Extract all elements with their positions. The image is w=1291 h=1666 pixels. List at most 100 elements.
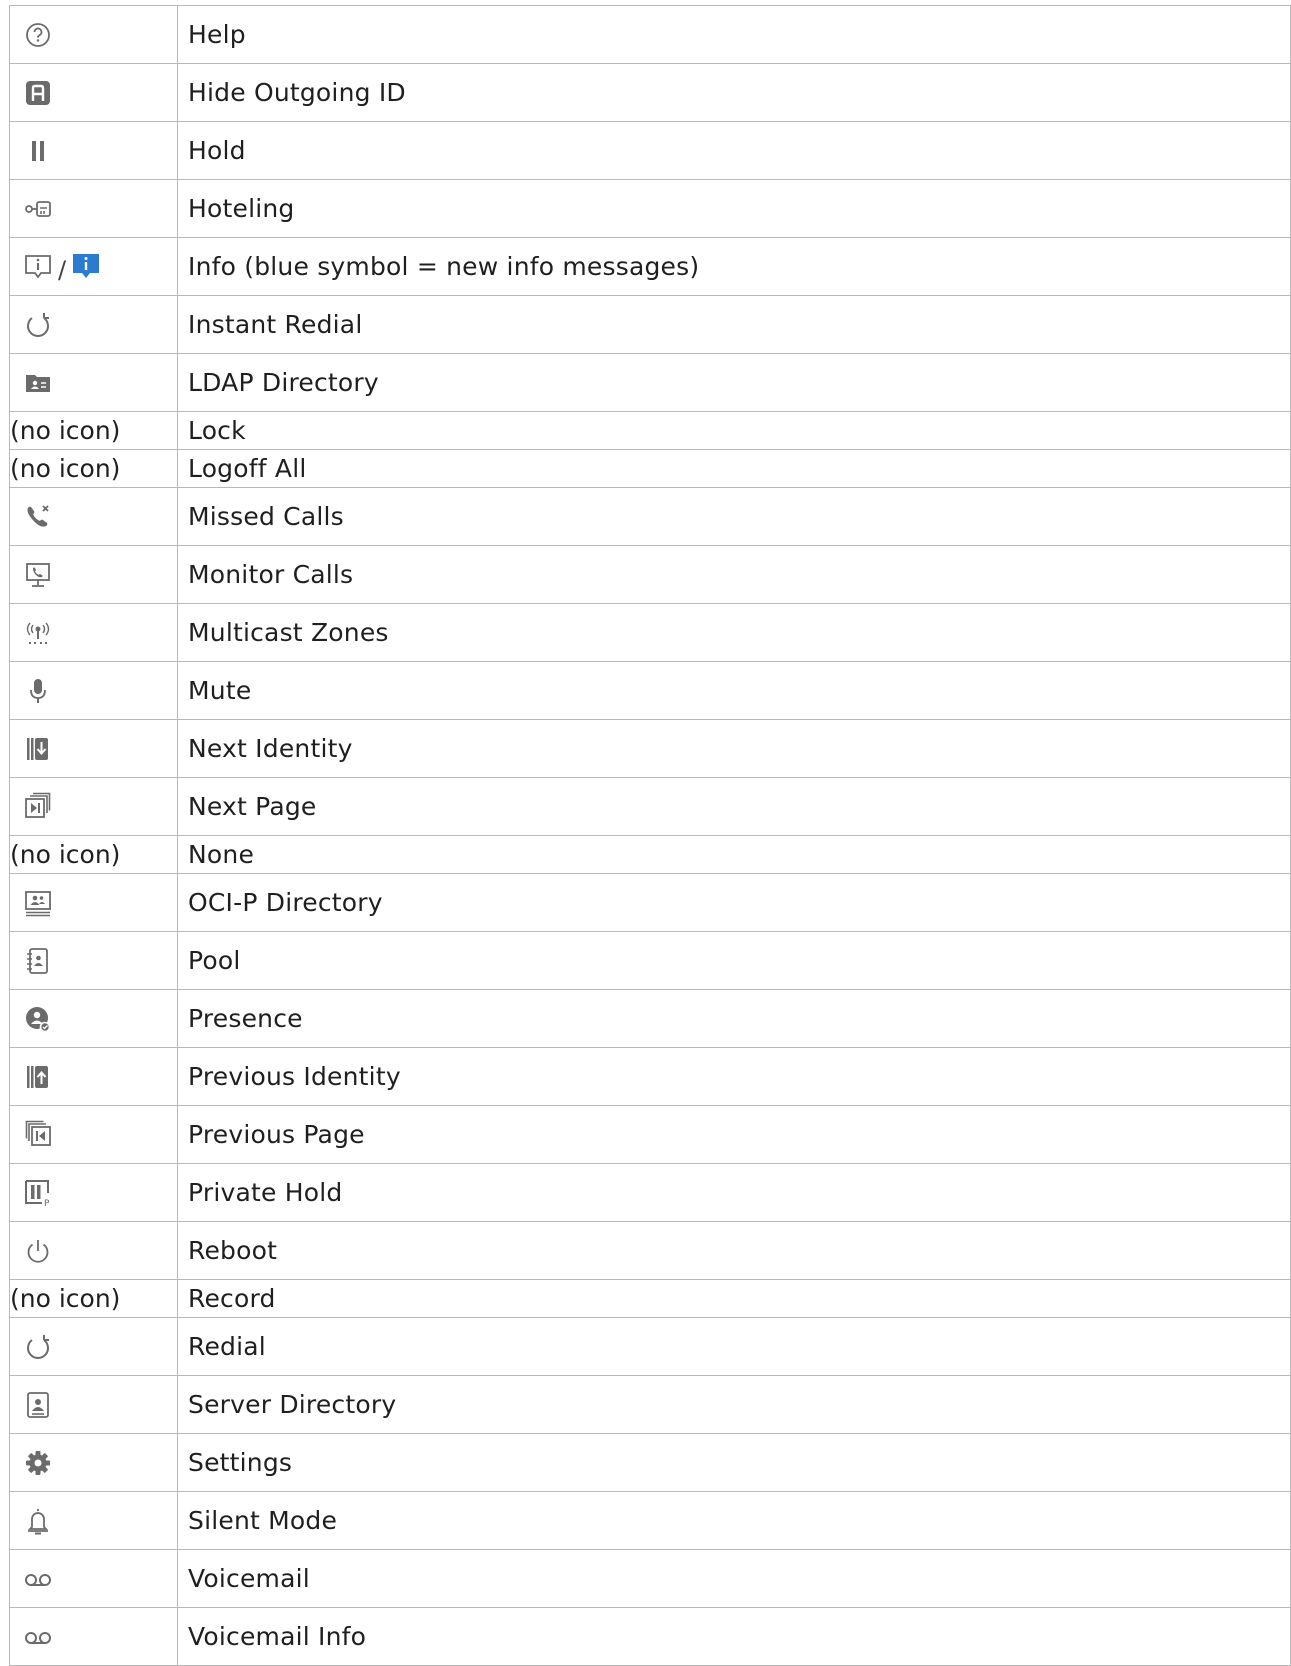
table-row: OCI-P Directory: [9, 873, 1291, 932]
icon-cell: /: [9, 237, 178, 296]
help-icon: [23, 20, 53, 50]
table-row: Hold: [9, 121, 1291, 180]
table-row: Voicemail: [9, 1549, 1291, 1608]
info-icon: [23, 252, 53, 282]
row-label: Voicemail Info: [177, 1607, 1291, 1666]
table-row: Help: [9, 5, 1291, 64]
row-label: Presence: [177, 989, 1291, 1048]
icon-cell: [9, 661, 178, 720]
row-label: Voicemail: [177, 1549, 1291, 1608]
table-row: Next Page: [9, 777, 1291, 836]
table-row: Monitor Calls: [9, 545, 1291, 604]
row-label: Monitor Calls: [177, 545, 1291, 604]
row-label: Hold: [177, 121, 1291, 180]
icon-cell: [9, 1375, 178, 1434]
table-row: (no icon) Record: [9, 1279, 1291, 1318]
table-row: LDAP Directory: [9, 353, 1291, 412]
row-label: LDAP Directory: [177, 353, 1291, 412]
icon-cell: [9, 353, 178, 412]
row-label: Previous Page: [177, 1105, 1291, 1164]
row-label: Lock: [177, 411, 1291, 450]
settings-gear-icon: [23, 1448, 53, 1478]
icon-cell: [9, 777, 178, 836]
server-directory-icon: [23, 1390, 53, 1420]
row-label: Record: [177, 1279, 1291, 1318]
hoteling-key-icon: [23, 194, 53, 224]
row-label: Hide Outgoing ID: [177, 63, 1291, 122]
icon-cell: [9, 179, 178, 238]
icon-cell: [9, 1105, 178, 1164]
row-label: Instant Redial: [177, 295, 1291, 354]
table-row: (no icon) Logoff All: [9, 449, 1291, 488]
svg-text:P: P: [44, 1199, 50, 1208]
redial-icon: [23, 1332, 53, 1362]
reboot-power-icon: [23, 1236, 53, 1266]
table-row: (no icon) Lock: [9, 411, 1291, 450]
oci-p-directory-icon: [23, 888, 53, 918]
softkey-icon-table: Help Hide Outgoing ID Hold Hoteling / In…: [9, 5, 1291, 1666]
table-row: Settings: [9, 1433, 1291, 1492]
icon-cell: [9, 545, 178, 604]
icon-cell: [9, 1491, 178, 1550]
silent-mode-bell-icon: [23, 1506, 53, 1536]
icon-separator: /: [58, 255, 67, 284]
table-row: Missed Calls: [9, 487, 1291, 546]
next-page-icon: [23, 792, 53, 822]
row-label: Info (blue symbol = new info messages): [177, 237, 1291, 296]
no-icon-text: (no icon): [9, 1279, 178, 1318]
ldap-directory-icon: [23, 368, 53, 398]
table-row: Mute: [9, 661, 1291, 720]
icon-cell: [9, 1433, 178, 1492]
table-row: Reboot: [9, 1221, 1291, 1280]
table-row: Pool: [9, 931, 1291, 990]
previous-identity-icon: [23, 1062, 53, 1092]
row-label: Missed Calls: [177, 487, 1291, 546]
table-row: Next Identity: [9, 719, 1291, 778]
row-label: Redial: [177, 1317, 1291, 1376]
icon-cell: [9, 63, 178, 122]
row-label: Pool: [177, 931, 1291, 990]
row-label: OCI-P Directory: [177, 873, 1291, 932]
info-new-blue-icon: [71, 252, 101, 282]
table-row: Previous Identity: [9, 1047, 1291, 1106]
no-icon-text: (no icon): [9, 449, 178, 488]
hold-icon: [23, 136, 53, 166]
previous-page-icon: [23, 1120, 53, 1150]
table-row: / Info (blue symbol = new info messages): [9, 237, 1291, 296]
icon-cell: [9, 989, 178, 1048]
table-row: Previous Page: [9, 1105, 1291, 1164]
monitor-calls-icon: [23, 560, 53, 590]
icon-cell: [9, 121, 178, 180]
row-label: None: [177, 835, 1291, 874]
table-row: Presence: [9, 989, 1291, 1048]
table-row: Server Directory: [9, 1375, 1291, 1434]
icon-cell: [9, 603, 178, 662]
icon-cell: [9, 931, 178, 990]
icon-cell: [9, 1047, 178, 1106]
table-row: Voicemail Info: [9, 1607, 1291, 1666]
row-label: Reboot: [177, 1221, 1291, 1280]
row-label: Hoteling: [177, 179, 1291, 238]
no-icon-text: (no icon): [9, 835, 178, 874]
missed-calls-icon: [23, 502, 53, 532]
row-label: Previous Identity: [177, 1047, 1291, 1106]
table-row: Hide Outgoing ID: [9, 63, 1291, 122]
microphone-icon: [23, 676, 53, 706]
presence-icon: [23, 1004, 53, 1034]
table-row: Silent Mode: [9, 1491, 1291, 1550]
pool-icon: [23, 946, 53, 976]
table-row: Instant Redial: [9, 295, 1291, 354]
voicemail-icon: [23, 1564, 53, 1594]
row-label: Settings: [177, 1433, 1291, 1492]
hide-outgoing-id-icon: [23, 78, 53, 108]
icon-cell: [9, 1317, 178, 1376]
icon-cell: [9, 5, 178, 64]
icon-cell: [9, 873, 178, 932]
row-label: Next Page: [177, 777, 1291, 836]
private-hold-icon: P: [23, 1178, 53, 1208]
table-row: (no icon) None: [9, 835, 1291, 874]
icon-cell: [9, 487, 178, 546]
row-label: Silent Mode: [177, 1491, 1291, 1550]
row-label: Multicast Zones: [177, 603, 1291, 662]
no-icon-text: (no icon): [9, 411, 178, 450]
